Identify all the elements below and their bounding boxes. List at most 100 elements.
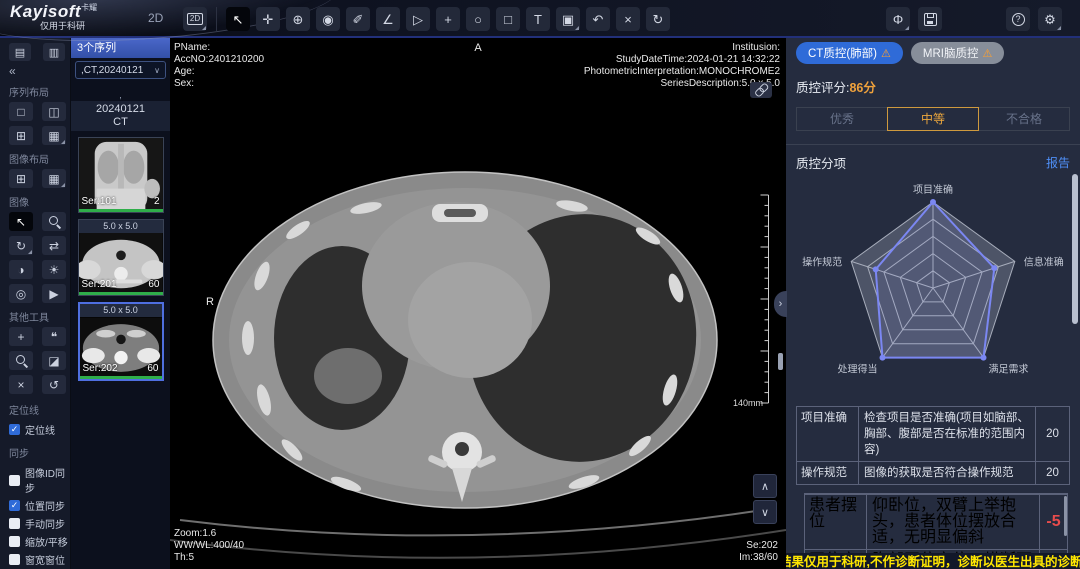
- dropdown-corner-icon: [905, 26, 909, 30]
- series-layout-1x1-tool[interactable]: □: [9, 102, 33, 121]
- chevron-down-icon: ∨: [154, 66, 160, 75]
- overlay-line: WW/WL:400/40: [174, 540, 244, 552]
- report-panel-tool[interactable]: ▥: [43, 43, 65, 61]
- undo-tool[interactable]: ↶: [586, 7, 610, 31]
- eraser-tool[interactable]: ◪: [42, 351, 66, 370]
- cine-target-tool[interactable]: ◎: [9, 284, 33, 303]
- series-thumbnail[interactable]: 5.0 x 5.0Ser:20260: [78, 302, 164, 381]
- pointer-tool[interactable]: ↖: [9, 212, 33, 231]
- zoom-in-tool[interactable]: ⊕: [286, 7, 310, 31]
- ellipse-roi-icon: ○: [474, 13, 482, 26]
- rotate-tool[interactable]: ↻: [9, 236, 33, 255]
- ellipse-roi-tool[interactable]: ○: [466, 7, 490, 31]
- qc-protocol-tab[interactable]: MRI脑质控⚠: [911, 42, 1004, 64]
- strip-top-tools: ▤▥: [0, 38, 70, 61]
- next-image-button[interactable]: ∨: [753, 500, 777, 524]
- contrast-tool[interactable]: ◑: [9, 260, 33, 279]
- series-layout-3x3-tool[interactable]: ▦: [42, 126, 66, 145]
- save-icon: [924, 13, 937, 26]
- length-measure-tool[interactable]: ✐: [346, 7, 370, 31]
- restore-tool[interactable]: ↺: [42, 375, 66, 394]
- qc-protocol-tab[interactable]: CT质控(肺部)⚠: [796, 42, 903, 64]
- info-tool[interactable]: Φ: [886, 7, 910, 31]
- qc-score-label: 质控评分:: [796, 81, 849, 95]
- angle-measure-icon: ∠: [382, 13, 394, 26]
- image-layout-3x3-tool[interactable]: ▦: [42, 169, 66, 188]
- checkbox-item[interactable]: ✓位置同步: [0, 495, 70, 513]
- checkbox-unchecked-icon: [9, 475, 20, 486]
- overlay-line: PName:: [174, 42, 264, 54]
- reset-tool[interactable]: ↻: [646, 7, 670, 31]
- add-tool[interactable]: +: [9, 327, 33, 346]
- layout-2d-icon: 2D: [187, 13, 203, 25]
- checkbox-label: 位置同步: [25, 498, 65, 513]
- image-stack-scrollbar[interactable]: [778, 353, 783, 370]
- qc-panel-scrollbar[interactable]: [1072, 174, 1078, 324]
- magnify-tool[interactable]: [42, 212, 66, 231]
- clear-tool[interactable]: ×: [9, 375, 33, 394]
- image-layout-2x2-icon: ⊞: [16, 172, 26, 186]
- series-layout-3x3-icon: ▦: [48, 129, 59, 143]
- qc-protocol-tabs: CT质控(肺部)⚠ MRI脑质控⚠: [796, 42, 1070, 64]
- image-layout-2x2-tool[interactable]: ⊞: [9, 169, 33, 188]
- pan-tool[interactable]: ✛: [256, 7, 280, 31]
- series-thumbnail[interactable]: Ser:1012: [78, 137, 164, 213]
- series-layout-1x1-icon: □: [17, 105, 24, 119]
- sub-table-scrollbar[interactable]: [1064, 496, 1067, 536]
- previous-image-button[interactable]: ∧: [753, 474, 777, 498]
- text-annotation-tool[interactable]: T: [526, 7, 550, 31]
- flip-tool[interactable]: ⇄: [42, 236, 66, 255]
- series-thumbnail[interactable]: 5.0 x 5.0Ser:20160: [78, 219, 164, 296]
- probe-tool[interactable]: ▷: [406, 7, 430, 31]
- tool-section-label: 序列布局: [0, 78, 70, 102]
- svg-text:项目准确: 项目准确: [913, 183, 953, 196]
- study-group-header[interactable]: 20240121 CT: [71, 101, 170, 131]
- series-layout-1x2-tool[interactable]: ◫: [42, 102, 66, 121]
- series-list-panel-tool[interactable]: ▤: [9, 43, 31, 61]
- thumbnail-image-count: 60: [147, 363, 158, 374]
- overlay-line: Th:5: [174, 552, 244, 564]
- svg-text:操作规范: 操作规范: [802, 255, 842, 268]
- overlay-line: Im:38/60: [739, 552, 778, 564]
- grade-option[interactable]: 中等: [887, 107, 979, 131]
- play-icon: ▶: [49, 287, 58, 301]
- save-tool[interactable]: [918, 7, 942, 31]
- checkbox-item[interactable]: 缩放/平移: [0, 531, 70, 549]
- region-magnify-tool[interactable]: [9, 351, 33, 370]
- delete-tool[interactable]: ×: [616, 7, 640, 31]
- ct-axial-image: [170, 38, 786, 569]
- checkbox-item[interactable]: 图像ID同步: [0, 462, 70, 495]
- crosshair-tool[interactable]: +: [436, 7, 460, 31]
- grade-option[interactable]: 不合格: [978, 107, 1070, 131]
- play-tool[interactable]: ▶: [42, 284, 66, 303]
- checkbox-item[interactable]: ✓定位线: [0, 419, 70, 437]
- warning-icon: ⚠: [881, 47, 891, 60]
- pointer-tool[interactable]: ↖: [226, 7, 250, 31]
- checkbox-item[interactable]: 窗宽窗位: [0, 549, 70, 567]
- help-tool[interactable]: ?: [1006, 7, 1030, 31]
- report-panel-icon: ▥: [49, 46, 59, 59]
- collapse-sidebar-button[interactable]: «: [0, 61, 20, 78]
- brightness-tool[interactable]: ☀: [42, 260, 66, 279]
- dropdown-corner-icon: [1057, 26, 1061, 30]
- study-selector[interactable]: ,CT,20240121 ∨: [75, 61, 166, 79]
- qc-table-row: 操作规范图像的获取是否符合操作规范20: [797, 461, 1069, 484]
- link-series-button[interactable]: [750, 82, 772, 98]
- report-link[interactable]: 报告: [1046, 154, 1070, 171]
- image-viewport[interactable]: PName:AccNO:2401210200Age:Sex: Institusi…: [170, 38, 786, 569]
- checkbox-label: 手动同步: [25, 516, 65, 531]
- contrast-icon: ◑: [17, 263, 24, 277]
- grade-option[interactable]: 优秀: [796, 107, 888, 131]
- qc-table-row: 患者摆位仰卧位，双臂上举抱头，患者体位摆放合适，无明显偏斜-5: [805, 494, 1067, 549]
- window-level-tool[interactable]: ◉: [316, 7, 340, 31]
- layout-2d-tool[interactable]: 2D: [183, 7, 207, 31]
- image-annotation-tool[interactable]: ▣: [556, 7, 580, 31]
- comment-tool[interactable]: ❝: [42, 327, 66, 346]
- rectangle-roi-tool[interactable]: □: [496, 7, 520, 31]
- settings-tool[interactable]: ⚙: [1038, 7, 1062, 31]
- dropdown-corner-icon: [61, 140, 65, 144]
- checkbox-item[interactable]: 手动同步: [0, 513, 70, 531]
- toolbar-divider: [216, 7, 217, 31]
- series-layout-2x2-tool[interactable]: ⊞: [9, 126, 33, 145]
- angle-measure-tool[interactable]: ∠: [376, 7, 400, 31]
